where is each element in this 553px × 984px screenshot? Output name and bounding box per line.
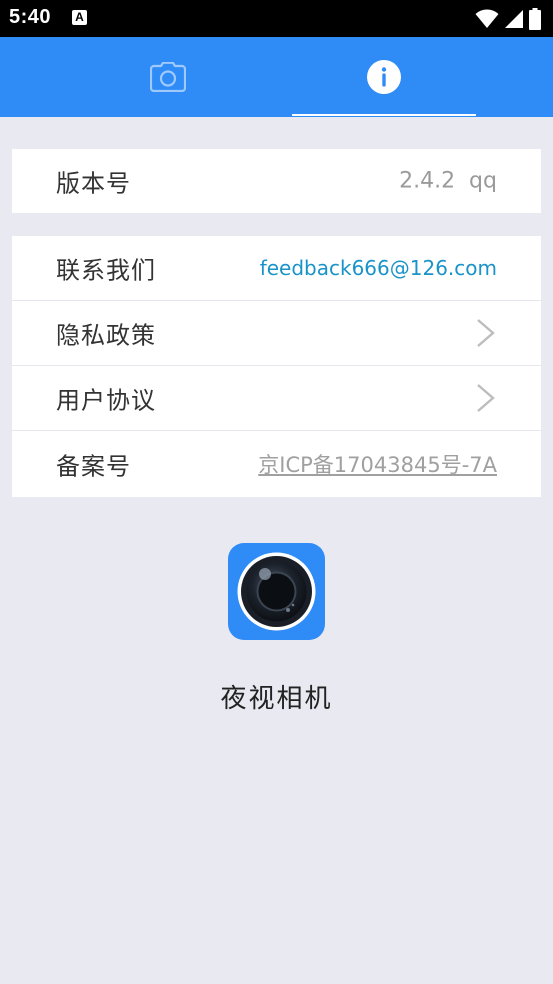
status-icons xyxy=(475,8,541,30)
wifi-icon xyxy=(475,9,499,28)
tab-info[interactable] xyxy=(292,37,476,117)
filing-number-link[interactable]: 京ICP备17043845号-7A xyxy=(258,449,497,479)
signal-icon xyxy=(504,10,523,28)
contact-email-link[interactable]: feedback666@126.com xyxy=(260,256,497,280)
version-value: 2.4.2 qq xyxy=(399,168,497,194)
battery-icon xyxy=(529,8,541,30)
chevron-right-icon xyxy=(477,384,495,412)
contact-row[interactable]: 联系我们 feedback666@126.com xyxy=(12,236,541,301)
user-agreement-label: 用户协议 xyxy=(56,386,156,415)
camera-lens-icon xyxy=(237,552,316,631)
privacy-policy-label: 隐私政策 xyxy=(56,321,156,350)
app-name: 夜视相机 xyxy=(220,684,333,714)
status-bar: 5:40 A xyxy=(0,0,553,37)
filing-row: 备案号 京ICP备17043845号-7A xyxy=(12,431,541,496)
tab-bar xyxy=(0,37,553,117)
version-label: 版本号 xyxy=(56,169,131,198)
chevron-right-icon xyxy=(477,319,495,347)
user-agreement-row[interactable]: 用户协议 xyxy=(12,366,541,431)
notification-app-icon: A xyxy=(72,10,87,25)
app-logo xyxy=(228,543,325,640)
contact-label: 联系我们 xyxy=(56,256,156,285)
info-icon xyxy=(367,60,401,94)
camera-icon xyxy=(150,62,186,92)
tab-indicator xyxy=(292,114,476,116)
status-time: 5:40 xyxy=(9,6,52,28)
version-card: 版本号 2.4.2 qq xyxy=(12,149,541,213)
info-list-card: 联系我们 feedback666@126.com 隐私政策 用户协议 备案号 京… xyxy=(12,236,541,497)
tab-camera[interactable] xyxy=(76,37,260,117)
filing-label: 备案号 xyxy=(56,452,131,480)
privacy-policy-row[interactable]: 隐私政策 xyxy=(12,301,541,366)
version-row: 版本号 2.4.2 qq xyxy=(12,149,541,213)
